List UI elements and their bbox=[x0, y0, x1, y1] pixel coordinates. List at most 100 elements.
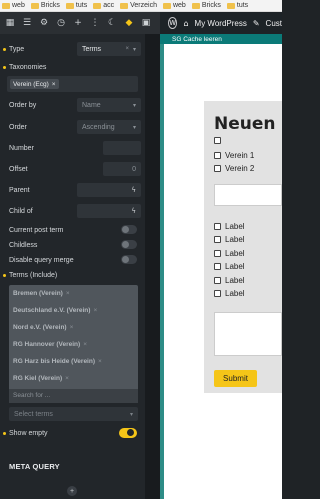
bookmark-web-2[interactable]: web bbox=[162, 2, 186, 9]
form-textarea[interactable] bbox=[214, 312, 282, 356]
terms-search-input[interactable]: Search for ... bbox=[9, 389, 138, 403]
remove-term-icon[interactable]: × bbox=[98, 358, 102, 365]
checkbox-label: Label bbox=[225, 276, 245, 285]
checkbox[interactable] bbox=[214, 165, 221, 172]
admin-bar-customize-link[interactable]: Cust bbox=[266, 19, 282, 28]
theme-mode-icon[interactable]: ☾ bbox=[105, 16, 119, 30]
term-chip[interactable]: RG Kiel (Verein) × bbox=[13, 375, 69, 382]
chevron-down-icon: ▾ bbox=[132, 124, 136, 131]
checkbox[interactable] bbox=[214, 152, 221, 159]
term-chip[interactable]: Bremen (Verein) × bbox=[13, 290, 70, 297]
clear-icon[interactable]: × bbox=[125, 46, 129, 52]
checkbox[interactable] bbox=[214, 290, 221, 297]
remove-chip-icon[interactable]: × bbox=[52, 81, 56, 88]
remove-term-icon[interactable]: × bbox=[83, 341, 87, 348]
settings-gear-icon[interactable]: ⚙ bbox=[37, 16, 51, 30]
admin-bar-site-link[interactable]: My WordPress bbox=[195, 19, 247, 28]
revisions-icon[interactable]: ⋮ bbox=[88, 16, 102, 30]
type-select[interactable]: Terms × ▾ bbox=[77, 42, 141, 56]
folder-icon bbox=[162, 2, 171, 9]
remove-term-icon[interactable]: × bbox=[93, 307, 97, 314]
bookmark-acc[interactable]: acc bbox=[93, 2, 114, 9]
checkbox-label: Verein 2 bbox=[225, 164, 255, 173]
checkbox-row[interactable]: Label bbox=[214, 276, 245, 285]
term-chip[interactable]: Deutschland e.V. (Verein) × bbox=[13, 307, 97, 314]
term-label: Deutschland e.V. (Verein) bbox=[13, 307, 91, 314]
childless-toggle[interactable] bbox=[121, 240, 137, 249]
checkbox[interactable] bbox=[214, 250, 221, 257]
layers-icon[interactable]: ☰ bbox=[20, 16, 34, 30]
bookmark-verzeich[interactable]: Verzeich bbox=[120, 2, 157, 9]
bookmark-web[interactable]: web bbox=[2, 2, 25, 9]
form-text-input[interactable] bbox=[214, 184, 282, 206]
checkbox[interactable] bbox=[214, 263, 221, 270]
current-post-term-label: Current post term bbox=[9, 226, 64, 234]
taxonomy-chip-label: Verein (Ecg) bbox=[13, 80, 49, 88]
offset-input[interactable]: 0 bbox=[103, 162, 141, 176]
current-post-term-toggle[interactable] bbox=[121, 225, 137, 234]
taxonomy-chip: Verein (Ecg) × bbox=[10, 79, 59, 89]
remove-term-icon[interactable]: × bbox=[66, 290, 70, 297]
disable-query-merge-toggle[interactable] bbox=[121, 255, 137, 264]
checkbox[interactable] bbox=[214, 277, 221, 284]
term-chip[interactable]: RG Hannover (Verein) × bbox=[13, 341, 87, 348]
number-row: Number bbox=[3, 141, 141, 155]
parent-input[interactable]: ϟ bbox=[77, 183, 141, 197]
query-settings-panel: Type Terms × ▾ Taxonomies Verein (Ecg) ×… bbox=[0, 34, 145, 499]
offset-label: Offset bbox=[9, 165, 28, 173]
preview-panel-icon[interactable]: ▣ bbox=[139, 16, 153, 30]
show-empty-toggle[interactable] bbox=[119, 428, 137, 438]
child-of-row: Child of ϟ bbox=[3, 204, 141, 218]
dynamic-data-icon[interactable]: ϟ bbox=[131, 207, 136, 215]
checkbox-row[interactable]: Label bbox=[214, 249, 245, 258]
wordpress-logo-icon[interactable]: W bbox=[168, 17, 178, 29]
checkbox[interactable] bbox=[214, 236, 221, 243]
bookmark-label: Bricks bbox=[201, 2, 221, 9]
order-row: Order Ascending ▾ bbox=[3, 120, 141, 134]
term-chip[interactable]: Nord e.V. (Verein) × bbox=[13, 324, 73, 331]
order-by-label: Order by bbox=[9, 101, 37, 109]
checkbox-row[interactable]: Label bbox=[214, 289, 245, 298]
checkbox-row[interactable]: Label bbox=[214, 262, 245, 271]
meta-query-heading[interactable]: META QUERY bbox=[9, 462, 60, 471]
term-label: RG Harz bis Heide (Verein) bbox=[13, 358, 95, 365]
elements-grid-icon[interactable]: ▦ bbox=[3, 16, 17, 30]
submit-button[interactable]: Submit bbox=[214, 370, 257, 387]
checkbox[interactable] bbox=[214, 223, 221, 230]
terms-include-row: Terms (Include) bbox=[3, 270, 141, 280]
order-select[interactable]: Ascending ▾ bbox=[77, 120, 141, 134]
checkbox-row[interactable]: Label bbox=[214, 235, 245, 244]
add-icon[interactable]: + bbox=[71, 16, 85, 30]
dynamic-data-icon[interactable]: ϟ bbox=[131, 186, 136, 194]
chevron-down-icon: ▾ bbox=[132, 102, 136, 109]
panel-divider bbox=[145, 34, 160, 499]
checkbox-row[interactable]: Verein 2 bbox=[214, 164, 254, 173]
bookmark-tuts[interactable]: tuts bbox=[65, 2, 87, 9]
remove-term-icon[interactable]: × bbox=[70, 324, 74, 331]
sg-cache-label: SG Cache leeren bbox=[172, 35, 222, 43]
checkbox-row[interactable] bbox=[214, 137, 225, 144]
shield-icon[interactable]: ◆ bbox=[122, 16, 136, 30]
bookmark-bricks[interactable]: Bricks bbox=[30, 2, 60, 9]
add-meta-query-icon[interactable]: + bbox=[67, 486, 77, 496]
checkbox[interactable] bbox=[214, 137, 221, 144]
order-by-value: Name bbox=[82, 101, 101, 109]
order-label: Order bbox=[9, 123, 27, 131]
sg-cache-bar[interactable]: SG Cache leeren bbox=[160, 34, 282, 44]
term-chip[interactable]: RG Harz bis Heide (Verein) × bbox=[13, 358, 102, 365]
remove-term-icon[interactable]: × bbox=[65, 375, 69, 382]
order-by-select[interactable]: Name ▾ bbox=[77, 98, 141, 112]
childless-label: Childless bbox=[9, 241, 38, 249]
select-terms-placeholder: Select terms bbox=[14, 410, 53, 418]
child-of-input[interactable]: ϟ bbox=[77, 204, 141, 218]
wp-admin-bar: W ⌂ My WordPress ✎ Cust bbox=[160, 12, 282, 34]
bookmark-bricks-2[interactable]: Bricks bbox=[191, 2, 221, 9]
checkbox-row[interactable]: Verein 1 bbox=[214, 151, 254, 160]
builder-toolbar: ▦ ☰ ⚙ ◷ + ⋮ ☾ ◆ ▣ bbox=[0, 12, 160, 34]
history-icon[interactable]: ◷ bbox=[54, 16, 68, 30]
checkbox-row[interactable]: Label bbox=[214, 222, 245, 231]
bookmark-tuts-2[interactable]: tuts bbox=[226, 2, 248, 9]
terms-exclude-select[interactable]: Select terms ▾ bbox=[9, 407, 138, 421]
taxonomies-select[interactable]: Verein (Ecg) × bbox=[7, 76, 138, 92]
number-input[interactable] bbox=[103, 141, 141, 155]
